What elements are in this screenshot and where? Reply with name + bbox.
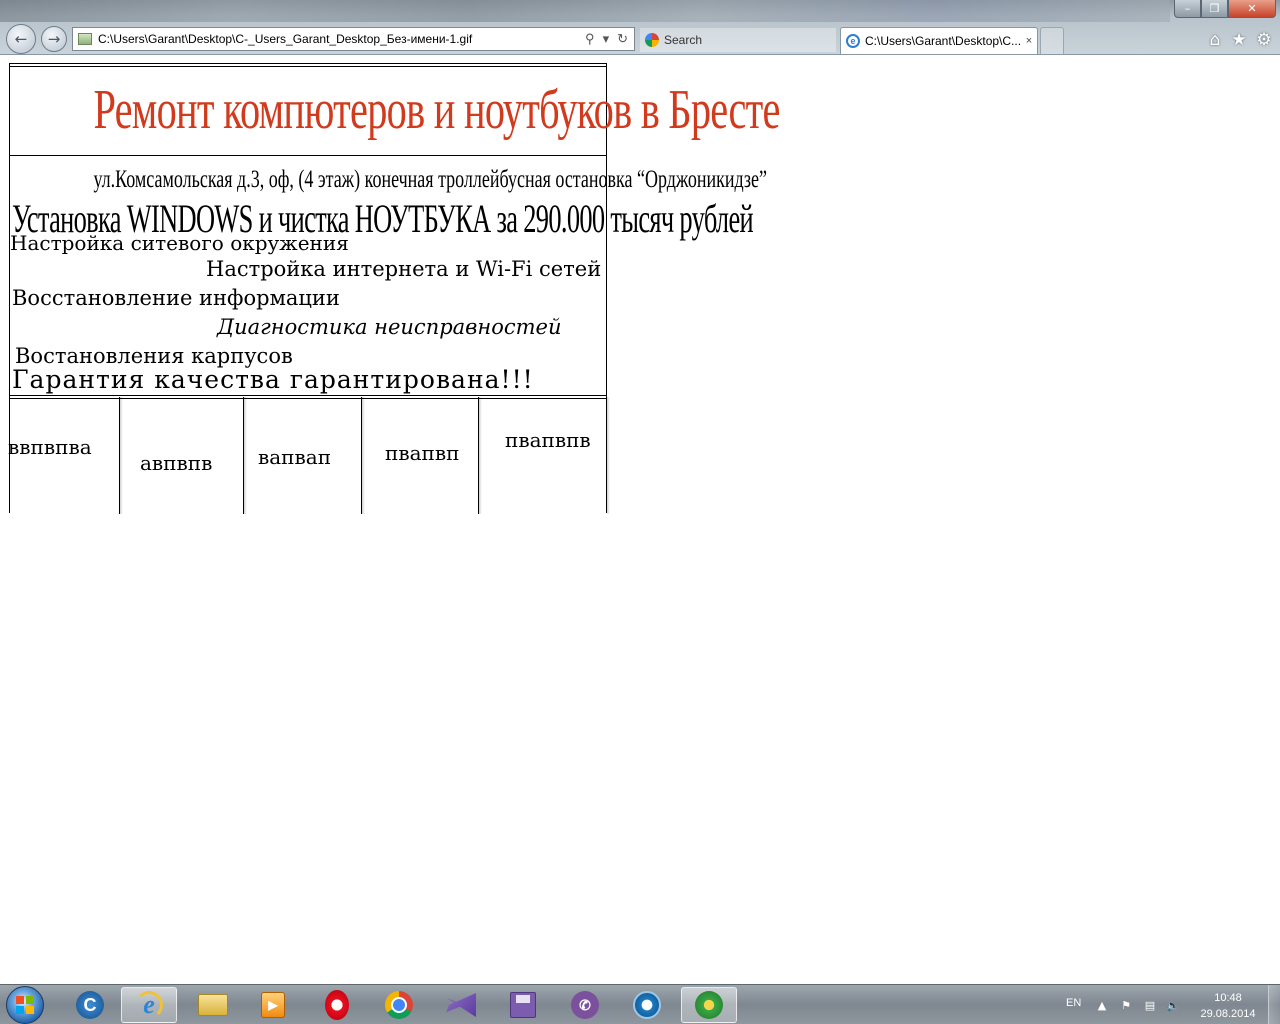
taskbar-save-app[interactable] bbox=[495, 987, 551, 1023]
taskbar-chrome[interactable] bbox=[371, 987, 427, 1023]
address-bar[interactable]: C:\Users\Garant\Desktop\C-_Users_Garant_… bbox=[72, 27, 635, 51]
clock[interactable]: 10:48 29.08.2014 bbox=[1193, 990, 1263, 1022]
cell-text: пвапвпв bbox=[505, 428, 591, 452]
service-item: Настройка интернета и Wi-Fi сетей bbox=[206, 257, 602, 281]
taskbar-icq[interactable] bbox=[681, 987, 737, 1023]
floppy-disk-icon bbox=[510, 992, 536, 1018]
grid-cell: авпвпв bbox=[120, 397, 247, 514]
refresh-icon[interactable]: ↻ bbox=[617, 31, 628, 47]
background-window-strip bbox=[0, 0, 1170, 22]
home-icon[interactable]: ⌂ bbox=[1205, 30, 1225, 50]
chrome-icon bbox=[385, 991, 413, 1019]
visual-studio-icon bbox=[446, 993, 476, 1017]
grid-cell: пвапвп bbox=[362, 397, 482, 514]
address-line: ул.Комсамольская д.3, оф, (4 этаж) конеч… bbox=[93, 166, 767, 193]
taskbar-visual-studio[interactable] bbox=[433, 987, 489, 1023]
grid-cell: вапвап bbox=[244, 397, 365, 514]
start-button[interactable] bbox=[6, 986, 44, 1024]
guarantee-line: Гарантия качества гарантирована!!! bbox=[12, 365, 534, 394]
clock-date: 29.08.2014 bbox=[1200, 1008, 1256, 1020]
clock-time: 10:48 bbox=[1214, 992, 1242, 1004]
back-button[interactable]: ← bbox=[6, 24, 36, 54]
folder-icon bbox=[198, 994, 228, 1016]
divider bbox=[10, 395, 606, 396]
forward-button[interactable]: → bbox=[41, 26, 67, 52]
taskbar-opera[interactable] bbox=[309, 987, 365, 1023]
icq-flower-icon bbox=[695, 991, 723, 1019]
address-text[interactable]: C:\Users\Garant\Desktop\C-_Users_Garant_… bbox=[98, 32, 585, 46]
divider bbox=[10, 155, 606, 156]
taskbar-ccleaner[interactable]: C bbox=[62, 987, 118, 1023]
taskbar-internet-explorer[interactable]: e bbox=[121, 987, 177, 1023]
show-desktop-button[interactable] bbox=[1268, 985, 1280, 1024]
dial-icon bbox=[633, 991, 661, 1019]
cell-text: ввпвпва bbox=[8, 435, 92, 459]
arrow-right-icon: → bbox=[47, 30, 61, 48]
network-icon[interactable]: ▤ bbox=[1143, 998, 1157, 1012]
cell-text: авпвпв bbox=[140, 451, 213, 475]
taskbar-viber[interactable]: ✆ bbox=[557, 987, 613, 1023]
cell-text: вапвап bbox=[258, 445, 332, 469]
tab-title: C:\Users\Garant\Desktop\C... bbox=[865, 34, 1021, 48]
dropdown-icon[interactable]: ▾ bbox=[603, 31, 610, 47]
divider bbox=[10, 66, 606, 67]
flyer-image: Ремонт компютеров и ноутбуков в Бресте у… bbox=[8, 63, 780, 514]
maximize-button[interactable]: ❐ bbox=[1201, 0, 1228, 18]
grid-cell: ввпвпва bbox=[8, 397, 123, 514]
show-hidden-icons-icon[interactable]: ▲ bbox=[1095, 998, 1109, 1012]
ie-icon: e bbox=[846, 34, 860, 48]
taskbar-dial-app[interactable] bbox=[619, 987, 675, 1023]
taskbar-file-explorer[interactable] bbox=[185, 987, 241, 1023]
volume-icon[interactable]: 🔈 bbox=[1166, 998, 1180, 1012]
opera-icon bbox=[325, 990, 349, 1020]
service-item: Диагностика неисправностей bbox=[217, 315, 562, 339]
ccleaner-icon: C bbox=[76, 991, 104, 1019]
taskbar-media-player[interactable]: ▶ bbox=[245, 987, 301, 1023]
viber-icon: ✆ bbox=[571, 991, 599, 1019]
cell-row: ввпвпва авпвпв вапвап пвапвп пвапвпв bbox=[8, 397, 610, 514]
close-tab-icon[interactable]: × bbox=[1021, 35, 1037, 47]
image-file-icon bbox=[78, 33, 92, 45]
language-indicator[interactable]: EN bbox=[1066, 997, 1081, 1009]
tab-active[interactable]: e C:\Users\Garant\Desktop\C... × bbox=[840, 27, 1038, 54]
windows-logo-icon bbox=[16, 996, 34, 1014]
service-item: Настройка ситевого окружения bbox=[10, 231, 349, 255]
action-center-flag-icon[interactable]: ⚑ bbox=[1119, 998, 1133, 1012]
arrow-left-icon: ← bbox=[14, 30, 28, 48]
new-tab-button[interactable] bbox=[1040, 27, 1064, 54]
media-player-icon: ▶ bbox=[261, 992, 285, 1018]
star-icon[interactable]: ★ bbox=[1229, 30, 1249, 50]
internet-explorer-icon: e bbox=[135, 990, 163, 1019]
search-label: Search bbox=[664, 33, 703, 47]
minimize-button[interactable]: – bbox=[1174, 0, 1201, 18]
grid-cell: пвапвпв bbox=[479, 397, 610, 514]
search-icon[interactable]: ⚲ bbox=[585, 31, 595, 47]
taskbar: C e ▶ ✆ EN ▲ ⚑ ▤ 🔈 10:48 29.08.2014 bbox=[0, 984, 1280, 1024]
cell-text: пвапвп bbox=[385, 441, 460, 465]
search-tab[interactable]: Search bbox=[640, 28, 836, 52]
gear-icon[interactable]: ⚙ bbox=[1254, 30, 1274, 50]
page-viewport: Ремонт компютеров и ноутбуков в Бресте у… bbox=[0, 56, 1280, 984]
close-window-button[interactable]: ✕ bbox=[1228, 0, 1276, 18]
service-item: Восстановление информации bbox=[12, 286, 340, 310]
browser-chrome: – ❐ ✕ ← → C:\Users\Garant\Desktop\C-_Use… bbox=[0, 0, 1280, 55]
page-title: Ремонт компютеров и ноутбуков в Бресте bbox=[93, 79, 780, 141]
google-icon bbox=[645, 33, 659, 47]
